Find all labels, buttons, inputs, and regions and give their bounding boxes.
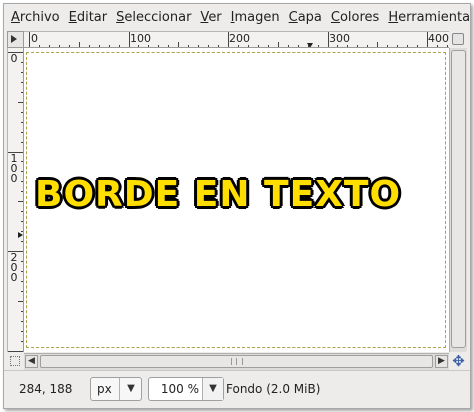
layer-info: Fondo (2.0 MiB) [226,382,321,396]
chevron-down-icon[interactable]: ▼ [119,378,142,400]
vruler-label-100: 100 [10,152,18,185]
menu-herramientas[interactable]: Herramientas [388,10,470,25]
zoom-value[interactable]: 100 % [161,382,199,396]
horizontal-scrollbar[interactable]: ◀ ▶ [24,353,449,370]
horizontal-scroll-thumb[interactable] [40,355,433,368]
menu-editar[interactable]: Editar [69,10,108,25]
ruler-label-300: 300 [329,32,350,45]
vertical-scroll-thumb[interactable] [451,50,466,348]
ruler-label-100: 100 [130,32,151,45]
image-window: Archivo Editar Seleccionar Ver Imagen Ca… [3,3,471,409]
menu-seleccionar[interactable]: Seleccionar [116,10,191,25]
menu-archivo[interactable]: Archivo [11,10,60,25]
scroll-grip-icon [231,358,243,365]
scroll-left-button[interactable]: ◀ [25,355,38,368]
statusbar: 284, 188 px ▼ 100 % ▼ Fondo (2.0 MiB) [4,370,470,408]
canvas-text-layer[interactable]: BORDE EN TEXTO [35,174,401,215]
vertical-scrollbar[interactable] [449,48,467,352]
quick-mask-toggle[interactable] [7,353,24,370]
vertical-ruler-ticks [8,52,23,352]
ruler-label-200: 200 [229,32,250,45]
ruler-label-0: 0 [31,32,38,45]
pointer-position-marker-vertical [18,232,23,238]
vruler-label-200: 200 [10,251,18,284]
ruler-label-400: 400 [428,32,449,45]
menu-colores[interactable]: Colores [331,10,379,25]
zoom-selector[interactable]: 100 % ▼ [148,377,224,401]
vertical-ruler[interactable]: 0 100 200 [7,48,24,352]
menubar: Archivo Editar Seleccionar Ver Imagen Ca… [4,4,470,31]
image-menu-button[interactable] [7,31,24,48]
image-boundary: BORDE EN TEXTO [26,52,446,348]
pointer-coordinates: 284, 188 [19,382,73,396]
scroll-right-button[interactable]: ▶ [435,355,448,368]
unit-value: px [97,382,112,396]
four-way-arrow-icon: ✥ [452,352,465,370]
navigate-button[interactable]: ✥ [450,353,467,370]
horizontal-ruler[interactable]: 0 100 200 300 400 [24,31,449,48]
unit-selector[interactable]: px ▼ [90,377,142,401]
menu-capa[interactable]: Capa [289,10,322,25]
menu-ver[interactable]: Ver [200,10,221,25]
triangle-right-icon [11,35,17,43]
zoom-to-fit-button[interactable] [450,31,467,48]
vruler-label-0: 0 [10,52,18,65]
canvas-area[interactable]: BORDE EN TEXTO [24,48,449,352]
chevron-down-icon[interactable]: ▼ [202,378,223,400]
quick-mask-icon [10,356,20,366]
zoom-fit-icon [452,33,464,45]
menu-imagen[interactable]: Imagen [231,10,280,25]
